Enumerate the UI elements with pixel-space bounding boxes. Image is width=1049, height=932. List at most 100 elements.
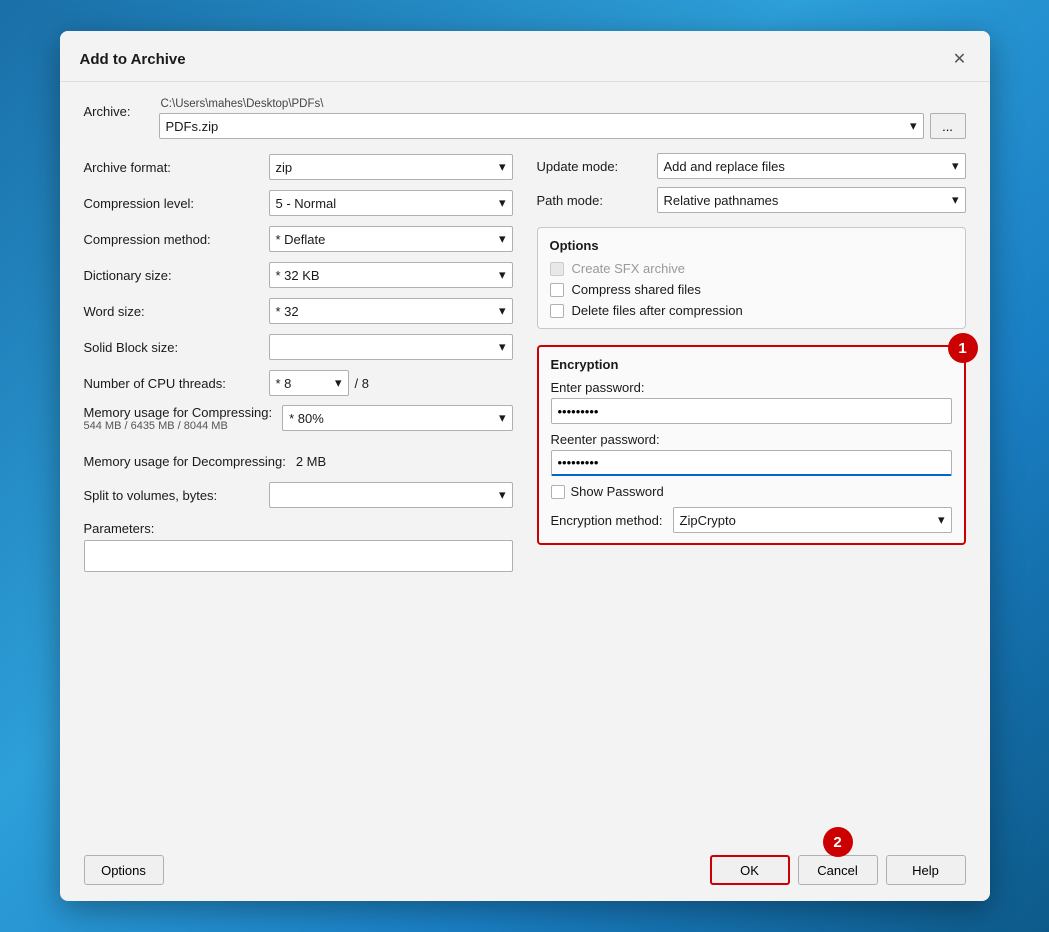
option-compress-shared-row: Compress shared files xyxy=(550,282,953,297)
dialog-footer: Options 2 OK Cancel Help xyxy=(60,845,990,901)
dictionary-size-label: Dictionary size: xyxy=(84,268,259,283)
show-password-row: Show Password xyxy=(551,484,952,499)
archive-format-value: zip xyxy=(276,160,293,175)
archive-label: Archive: xyxy=(84,98,149,119)
options-box-title: Options xyxy=(550,238,953,253)
cancel-button[interactable]: Cancel xyxy=(798,855,878,885)
option-sfx-row: Create SFX archive xyxy=(550,261,953,276)
help-button[interactable]: Help xyxy=(886,855,966,885)
browse-button[interactable]: ... xyxy=(930,113,966,139)
compression-level-combo[interactable]: 5 - Normal ▾ xyxy=(269,190,513,216)
options-button[interactable]: Options xyxy=(84,855,164,885)
dialog-body: Archive: C:\Users\mahes\Desktop\PDFs\ PD… xyxy=(60,82,990,845)
split-volumes-chevron: ▾ xyxy=(499,487,506,503)
encryption-method-chevron: ▾ xyxy=(938,512,945,528)
path-mode-row: Path mode: Relative pathnames ▾ xyxy=(537,187,966,213)
path-mode-combo[interactable]: Relative pathnames ▾ xyxy=(657,187,966,213)
two-column-layout: Archive format: zip ▾ Compression level:… xyxy=(84,153,966,833)
right-column: Update mode: Add and replace files ▾ Pat… xyxy=(537,153,966,833)
memory-decompressing-value: 2 MB xyxy=(296,454,326,469)
option-delete-files-checkbox[interactable] xyxy=(550,304,564,318)
archive-filename-chevron: ▾ xyxy=(910,118,917,134)
compression-method-row: Compression method: * Deflate ▾ xyxy=(84,225,513,253)
option-compress-shared-checkbox[interactable] xyxy=(550,283,564,297)
word-size-value: * 32 xyxy=(276,304,299,319)
path-mode-label: Path mode: xyxy=(537,193,647,208)
update-mode-value: Add and replace files xyxy=(664,159,785,174)
path-mode-value: Relative pathnames xyxy=(664,193,779,208)
solid-block-size-row: Solid Block size: ▾ xyxy=(84,333,513,361)
option-delete-files-row: Delete files after compression xyxy=(550,303,953,318)
compression-level-label: Compression level: xyxy=(84,196,259,211)
title-bar: Add to Archive ✕ xyxy=(60,31,990,82)
options-box: Options Create SFX archive Compress shar… xyxy=(537,227,966,329)
enter-password-input[interactable] xyxy=(551,398,952,424)
compression-method-label: Compression method: xyxy=(84,232,259,247)
left-column: Archive format: zip ▾ Compression level:… xyxy=(84,153,513,833)
memory-decompressing-label: Memory usage for Decompressing: xyxy=(84,454,286,469)
option-compress-shared-label: Compress shared files xyxy=(572,282,701,297)
parameters-section: Parameters: xyxy=(84,521,513,572)
dictionary-size-combo[interactable]: * 32 KB ▾ xyxy=(269,262,513,288)
option-sfx-label: Create SFX archive xyxy=(572,261,685,276)
cpu-threads-row: Number of CPU threads: * 8 ▾ / 8 xyxy=(84,369,513,397)
option-sfx-checkbox[interactable] xyxy=(550,262,564,276)
ok-button[interactable]: OK xyxy=(710,855,790,885)
footer-left: Options xyxy=(84,855,702,885)
cpu-threads-combo[interactable]: * 8 ▾ xyxy=(269,370,349,396)
cpu-threads-chevron: ▾ xyxy=(335,375,342,391)
memory-compressing-combo[interactable]: * 80% ▾ xyxy=(282,405,512,431)
close-button[interactable]: ✕ xyxy=(946,45,974,73)
badge-2: 2 xyxy=(823,827,853,857)
encryption-title: Encryption xyxy=(551,357,952,372)
archive-format-combo[interactable]: zip ▾ xyxy=(269,154,513,180)
option-delete-files-label: Delete files after compression xyxy=(572,303,743,318)
memory-compressing-label: Memory usage for Compressing: xyxy=(84,405,273,420)
archive-format-row: Archive format: zip ▾ xyxy=(84,153,513,181)
memory-compressing-value: * 80% xyxy=(289,411,324,426)
parameters-input[interactable] xyxy=(84,540,513,572)
archive-row: Archive: C:\Users\mahes\Desktop\PDFs\ PD… xyxy=(84,98,966,139)
archive-path-col: C:\Users\mahes\Desktop\PDFs\ PDFs.zip ▾ … xyxy=(159,98,966,139)
archive-filename-value: PDFs.zip xyxy=(166,119,219,134)
split-volumes-combo[interactable]: ▾ xyxy=(269,482,513,508)
compression-method-combo[interactable]: * Deflate ▾ xyxy=(269,226,513,252)
memory-compressing-sub: 544 MB / 6435 MB / 8044 MB xyxy=(84,420,273,432)
archive-path-row: PDFs.zip ▾ ... xyxy=(159,113,966,139)
compression-level-chevron: ▾ xyxy=(499,195,506,211)
dialog-title: Add to Archive xyxy=(80,51,186,68)
archive-format-chevron: ▾ xyxy=(499,159,506,175)
encryption-method-label: Encryption method: xyxy=(551,513,663,528)
parameters-label: Parameters: xyxy=(84,521,513,536)
archive-filename-combo[interactable]: PDFs.zip ▾ xyxy=(159,113,924,139)
reenter-password-label: Reenter password: xyxy=(551,432,952,447)
memory-compressing-label-col: Memory usage for Compressing: 544 MB / 6… xyxy=(84,405,273,432)
word-size-row: Word size: * 32 ▾ xyxy=(84,297,513,325)
solid-block-size-combo[interactable]: ▾ xyxy=(269,334,513,360)
cpu-threads-of: / 8 xyxy=(355,376,369,391)
memory-decompressing-row: Memory usage for Decompressing: 2 MB xyxy=(84,449,513,473)
update-mode-chevron: ▾ xyxy=(952,158,959,174)
archive-path-small: C:\Users\mahes\Desktop\PDFs\ xyxy=(161,98,966,110)
reenter-password-input[interactable] xyxy=(551,450,952,476)
add-to-archive-dialog: Add to Archive ✕ Archive: C:\Users\mahes… xyxy=(60,31,990,901)
encryption-method-combo[interactable]: ZipCrypto ▾ xyxy=(673,507,952,533)
split-volumes-row: Split to volumes, bytes: ▾ xyxy=(84,481,513,509)
path-mode-chevron: ▾ xyxy=(952,192,959,208)
word-size-combo[interactable]: * 32 ▾ xyxy=(269,298,513,324)
dictionary-size-row: Dictionary size: * 32 KB ▾ xyxy=(84,261,513,289)
word-size-chevron: ▾ xyxy=(499,303,506,319)
compression-method-value: * Deflate xyxy=(276,232,326,247)
footer-right-buttons: 2 OK Cancel Help xyxy=(710,855,966,885)
solid-block-size-chevron: ▾ xyxy=(499,339,506,355)
compression-method-chevron: ▾ xyxy=(499,231,506,247)
memory-compressing-chevron: ▾ xyxy=(499,410,506,426)
dictionary-size-chevron: ▾ xyxy=(499,267,506,283)
enter-password-label: Enter password: xyxy=(551,380,952,395)
show-password-checkbox[interactable] xyxy=(551,485,565,499)
update-mode-label: Update mode: xyxy=(537,159,647,174)
show-password-label: Show Password xyxy=(571,484,664,499)
cpu-threads-value: * 8 xyxy=(276,376,292,391)
cpu-threads-label: Number of CPU threads: xyxy=(84,376,259,391)
update-mode-combo[interactable]: Add and replace files ▾ xyxy=(657,153,966,179)
